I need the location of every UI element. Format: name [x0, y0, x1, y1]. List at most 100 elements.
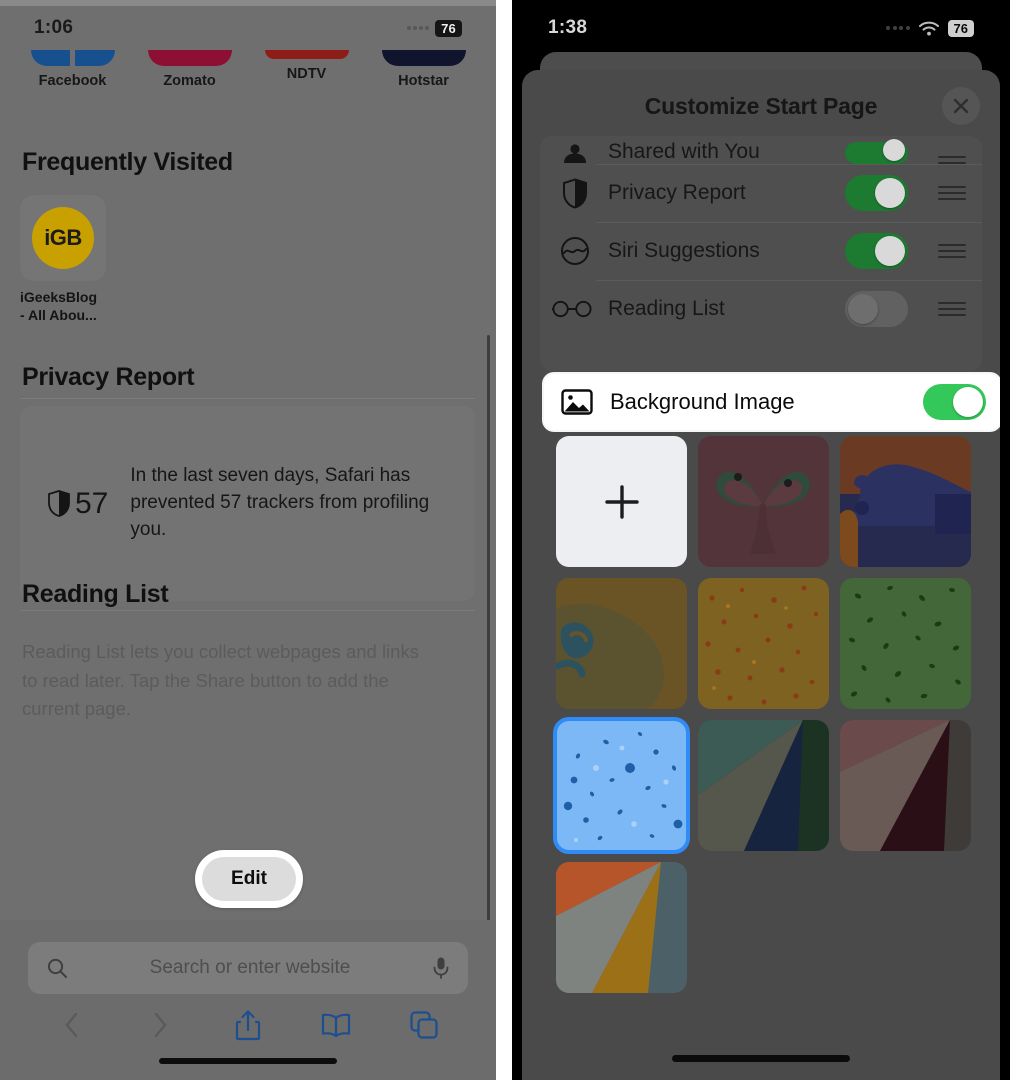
wallpaper-teal-fold[interactable]: [698, 720, 829, 851]
shield-icon: [48, 490, 70, 517]
frequently-visited-label: iGeeksBlog - All Abou...: [20, 289, 98, 323]
reorder-handle-icon[interactable]: [938, 302, 966, 316]
battery-badge: 76: [435, 19, 462, 37]
settings-row-siri-suggestions[interactable]: Siri Suggestions: [540, 222, 982, 280]
favorite-label: Facebook: [38, 73, 107, 89]
settings-row-label: Shared with You: [608, 140, 760, 163]
settings-row-label: Siri Suggestions: [608, 239, 760, 262]
igeeksblog-badge: iGB: [32, 207, 94, 269]
privacy-report-text: In the last seven days, Safari has preve…: [130, 465, 430, 540]
wallpaper-add-custom[interactable]: [556, 436, 687, 567]
left-start-page: Facebook Zomato NDTV Hotstar Frequently …: [0, 50, 496, 1080]
address-bar-placeholder: Search or enter website: [149, 957, 351, 978]
right-phone-screen: 1:38 76 Customize Start Page Shared with…: [512, 0, 1010, 1080]
reading-list-description: Reading List lets you collect webpages a…: [22, 641, 419, 720]
screenshot-stage: 1:06 76 Facebook Zomato NDTV Hotstar Fre…: [0, 0, 1010, 1080]
settings-row-privacy-report[interactable]: Privacy Report: [540, 164, 982, 222]
favorite-item[interactable]: Zomato: [131, 50, 248, 110]
edit-button-highlight: Edit: [195, 850, 303, 908]
wallpaper-wave[interactable]: [556, 578, 687, 709]
divider: [20, 398, 475, 399]
toggle-reading-list[interactable]: [845, 291, 908, 327]
reorder-handle-icon[interactable]: [938, 244, 966, 258]
site-icon-tile: iGB: [20, 195, 106, 281]
wallpaper-grid: [553, 436, 971, 993]
zomato-favicon: [147, 50, 232, 66]
toggle-background-image[interactable]: [923, 384, 986, 420]
privacy-report-title: Privacy Report: [22, 363, 195, 391]
tracker-count: 57: [48, 487, 108, 521]
book-icon[interactable]: [319, 1008, 353, 1042]
reading-list-title: Reading List: [22, 580, 169, 608]
sheet-title: Customize Start Page: [644, 92, 878, 119]
home-indicator: [159, 1058, 337, 1064]
settings-row-reading-list[interactable]: Reading List: [540, 280, 982, 338]
wallpaper-maroon-fold[interactable]: [840, 720, 971, 851]
settings-row-background-image[interactable]: Background Image: [544, 374, 1000, 430]
background-image-label: Background Image: [610, 389, 795, 414]
signal-dots-icon: [886, 26, 910, 30]
shared-with-you-icon: [558, 142, 592, 164]
wifi-icon: [918, 21, 939, 35]
search-icon: [47, 958, 67, 978]
edit-button[interactable]: Edit: [202, 857, 296, 901]
favorite-label: Zomato: [163, 73, 216, 89]
glasses-icon: [552, 299, 592, 319]
divider: [20, 610, 475, 611]
settings-rows-group: Shared with You Privacy Report Siri Sugg…: [540, 136, 982, 371]
hotstar-favicon: [381, 50, 466, 66]
favorite-item[interactable]: Facebook: [14, 50, 131, 110]
favorites-row: Facebook Zomato NDTV Hotstar: [0, 50, 496, 110]
chevron-right-icon[interactable]: [143, 1008, 177, 1042]
ndtv-favicon: [264, 50, 349, 59]
toggle-privacy-report[interactable]: [845, 175, 908, 211]
address-bar[interactable]: Search or enter website: [28, 942, 468, 994]
close-icon[interactable]: [942, 87, 980, 125]
shield-icon: [558, 177, 592, 209]
right-status-bar: 1:38 76: [512, 6, 1010, 50]
wallpaper-bear[interactable]: [840, 436, 971, 567]
photo-icon: [560, 389, 594, 415]
battery-badge: 76: [947, 19, 974, 37]
settings-row-label: Privacy Report: [608, 181, 746, 204]
microphone-icon[interactable]: [432, 956, 450, 980]
customize-start-page-sheet: Customize Start Page Shared with You Pri…: [522, 70, 1000, 1080]
privacy-report-card[interactable]: 57 In the last seven days, Safari has pr…: [20, 406, 475, 601]
plus-icon: [604, 484, 639, 519]
siri-icon: [558, 236, 592, 266]
status-indicators: 76: [886, 19, 974, 37]
wallpaper-butterfly[interactable]: [698, 436, 829, 567]
settings-row-shared-with-you[interactable]: Shared with You: [540, 136, 982, 164]
left-phone-screen: 1:06 76 Facebook Zomato NDTV Hotstar Fre…: [0, 0, 496, 1080]
reorder-handle-icon[interactable]: [938, 156, 966, 164]
favorite-label: Hotstar: [398, 73, 449, 89]
wallpaper-green-leaves[interactable]: [840, 578, 971, 709]
left-status-bar: 1:06 76: [0, 6, 496, 50]
browser-toolbar: [0, 1008, 496, 1042]
left-bottom-toolbar: Search or enter website: [0, 920, 496, 1080]
home-indicator: [672, 1055, 850, 1062]
favorite-item[interactable]: NDTV: [248, 50, 365, 110]
wallpaper-autumn-dots[interactable]: [698, 578, 829, 709]
favorite-label: NDTV: [286, 66, 327, 82]
wallpaper-blue-confetti[interactable]: [553, 717, 690, 854]
reorder-handle-icon[interactable]: [938, 186, 966, 200]
frequently-visited-item[interactable]: iGB iGeeksBlog - All Abou...: [20, 195, 110, 324]
toggle-shared-with-you[interactable]: [845, 139, 908, 164]
sheet-header: Customize Start Page: [522, 70, 1000, 142]
settings-row-label: Reading List: [608, 297, 725, 320]
status-indicators: 76: [407, 19, 462, 37]
share-icon[interactable]: [231, 1008, 265, 1042]
status-time: 1:06: [34, 17, 74, 38]
frequently-visited-title: Frequently Visited: [22, 148, 233, 176]
tracker-count-value: 57: [75, 486, 109, 520]
wallpaper-orange-fold[interactable]: [556, 862, 687, 993]
status-time: 1:38: [548, 17, 588, 38]
page-scrollbar[interactable]: [487, 335, 490, 960]
favorite-item[interactable]: Hotstar: [365, 50, 482, 110]
toggle-siri-suggestions[interactable]: [845, 233, 908, 269]
signal-dots-icon: [407, 26, 430, 30]
facebook-favicon: [30, 50, 115, 66]
chevron-left-icon[interactable]: [55, 1008, 89, 1042]
tabs-icon[interactable]: [407, 1008, 441, 1042]
